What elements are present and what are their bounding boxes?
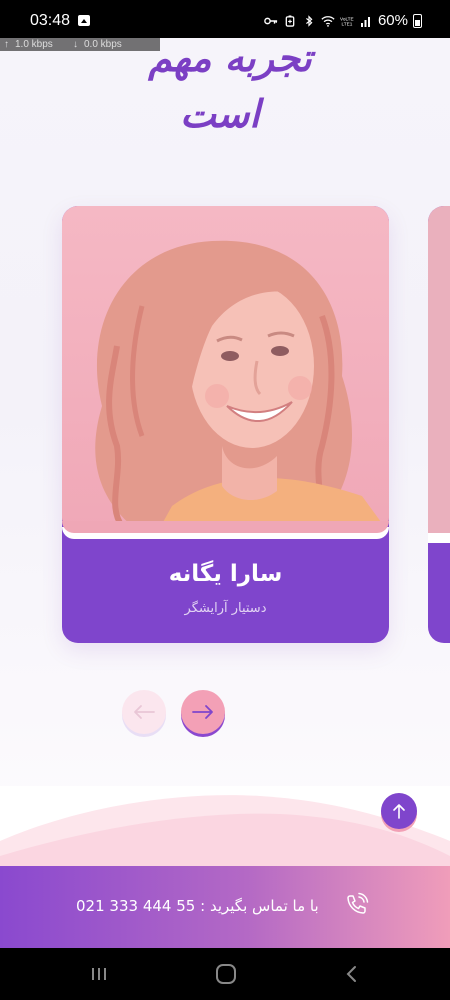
member-role: دستیار آرایشگر (184, 601, 267, 616)
arrow-up-icon (393, 804, 405, 819)
phone-ringing-icon[interactable] (344, 892, 370, 918)
contact-text[interactable]: با ما تماس بگیرید : 55 444 333 021 (76, 897, 319, 915)
status-icons: VoLTE LTE1 60% (264, 12, 422, 29)
status-time: 03:48 (30, 12, 71, 29)
arrow-right-icon (192, 705, 213, 719)
portrait-illustration (62, 206, 389, 533)
footer-wave (0, 786, 450, 866)
key-icon (264, 17, 278, 24)
home-icon[interactable] (216, 964, 236, 984)
back-icon[interactable] (343, 965, 361, 983)
battery-percent: 60% (377, 12, 408, 29)
team-member-card-next[interactable] (428, 206, 450, 643)
photo-divider (62, 521, 389, 539)
battery-icon (413, 13, 422, 28)
contact-bar[interactable]: با ما تماس بگیرید : 55 444 333 021 (0, 866, 450, 948)
recent-apps-icon[interactable] (90, 965, 108, 983)
carousel-prev-button[interactable] (122, 690, 166, 734)
member-name: سارا یگانه (168, 561, 283, 587)
battery-saver-icon (285, 14, 295, 27)
wifi-icon (321, 15, 335, 27)
status-bar: 03:48 VoLTE LTE1 60% (0, 0, 450, 38)
section-title-line-2: است (180, 92, 260, 136)
volte-icon: VoLTELTE1 (340, 16, 354, 26)
carousel-next-button[interactable] (181, 690, 225, 734)
system-navigation-bar (0, 948, 450, 1000)
svg-text:LTE1: LTE1 (342, 21, 353, 26)
team-member-card[interactable]: سارا یگانه دستیار آرایشگر (62, 206, 389, 643)
team-member-photo (62, 206, 389, 533)
scroll-to-top-button[interactable] (381, 793, 417, 829)
photo-divider-next (428, 533, 450, 543)
signal-icon (360, 16, 370, 27)
arrow-left-icon (134, 705, 155, 719)
bluetooth-icon (306, 14, 313, 27)
image-icon (78, 15, 90, 26)
team-member-photo-next (428, 206, 450, 533)
section-title-line-1: تجربه مهم (148, 36, 312, 80)
